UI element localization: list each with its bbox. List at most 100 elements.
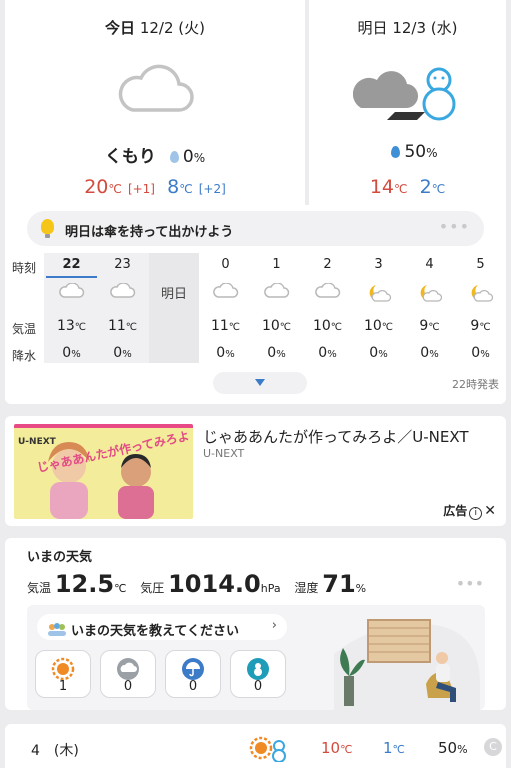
moon-cloud-icon <box>366 283 392 307</box>
time-row-label: 時刻 <box>12 261 37 275</box>
hour-column: 3 10℃ 0% <box>353 253 404 363</box>
hour-precip: 0% <box>267 345 286 361</box>
hour-label: 4 <box>425 257 434 272</box>
hour-label: 3 <box>374 257 383 272</box>
ad-card[interactable]: U-NEXT じゃああんたが作ってみろよ じゃああんたが作ってみろよ／U-NEX… <box>5 416 506 526</box>
tomorrow-temps: 14℃ 2℃ <box>309 176 506 198</box>
hour-label: 2 <box>323 257 332 272</box>
hour-label: 23 <box>114 257 131 272</box>
cloud-icon <box>58 282 85 303</box>
illustration <box>334 614 480 710</box>
tomorrow-condition-row: 50% <box>309 142 506 162</box>
day-low: 1℃ <box>383 739 405 757</box>
ad-label[interactable]: 広告 i ✕ <box>443 502 496 520</box>
hour-column: 2 10℃ 0% <box>302 253 353 363</box>
today-precip: 0% <box>182 147 206 167</box>
ad-brand: U-NEXT <box>18 437 57 447</box>
people-icon <box>47 621 67 640</box>
cloud-icon <box>212 282 239 303</box>
moon-cloud-icon <box>468 283 494 307</box>
lightbulb-icon <box>41 219 54 238</box>
day-high: 10℃ <box>321 739 353 757</box>
temp-row-label: 気温 <box>12 322 37 336</box>
tomorrow-low: 2℃ <box>419 176 446 198</box>
hour-temp: 10℃ <box>261 318 292 334</box>
today-temps: 20℃ [+1] 8℃ [+2] <box>5 176 305 198</box>
hour-column: 5 9℃ 0% <box>455 253 506 363</box>
current-humidity: 71 <box>322 570 356 598</box>
today-title: 今日 12/2 (火) <box>105 19 205 37</box>
forecast-card: 今日 12/2 (火) くもり 0% 20℃ [+1] 8℃ [+2] 明日 12… <box>5 0 506 404</box>
badge-icon: C <box>484 738 502 756</box>
day-date: 4 (木) <box>31 743 79 759</box>
daily-row-thu[interactable]: 4 (木) 10℃ 1℃ 50% C <box>5 724 506 768</box>
current-weather-title: いまの天気 <box>27 550 93 565</box>
tomorrow-high: 14℃ <box>369 176 408 198</box>
tomorrow-title: 明日 12/3 (水) <box>357 19 458 37</box>
report-panel: いまの天気を教えてください › 1 0 0 0 <box>27 605 485 710</box>
hour-column: 22 13℃ 0% <box>46 253 97 363</box>
raindrop-icon <box>391 146 401 158</box>
hour-temp: 11℃ <box>210 318 241 334</box>
hour-label: 5 <box>476 257 485 272</box>
raindrop-icon <box>169 151 179 163</box>
day-precip: 50% <box>438 739 468 757</box>
today-condition-row: くもり 0% <box>5 142 305 167</box>
hour-precip: 0% <box>113 345 132 361</box>
hour-temp: 9℃ <box>470 318 491 334</box>
hour-column: 1 10℃ 0% <box>251 253 302 363</box>
today-high: 20℃ [+1] <box>84 176 155 198</box>
vote-rain[interactable]: 0 <box>165 650 221 698</box>
umbrella-tip[interactable]: 明日は傘を持って出かけよう ••• <box>27 211 484 246</box>
hour-temp: 11℃ <box>107 318 138 334</box>
temp-label: 気温 <box>27 581 52 595</box>
current-pressure: 1014.0 <box>168 570 261 598</box>
cloud-snow-icon <box>352 62 463 126</box>
ad-sponsor: U-NEXT <box>203 447 245 460</box>
info-icon[interactable]: i <box>469 507 483 520</box>
cloud-icon <box>115 60 195 118</box>
ad-image[interactable]: U-NEXT じゃああんたが作ってみろよ <box>14 424 193 519</box>
report-prompt: いまの天気を教えてください <box>71 624 239 639</box>
today-low: 8℃ [+2] <box>167 176 226 198</box>
report-weather-button[interactable]: いまの天気を教えてください › <box>37 614 287 640</box>
pressure-label: 気圧 <box>140 581 165 595</box>
moon-cloud-icon <box>417 283 443 307</box>
hour-label: 0 <box>221 257 230 272</box>
chevron-down-icon <box>255 379 265 386</box>
tip-text: 明日は傘を持って出かけよう <box>65 225 234 240</box>
hour-temp: 13℃ <box>56 318 87 334</box>
sun-snow-icon <box>249 736 289 766</box>
hour-precip: 0% <box>471 345 490 361</box>
more-icon[interactable]: ••• <box>456 574 484 593</box>
hourly-forecast[interactable]: 明日 時刻 気温 降水 22 13℃ 0% 23 11℃ 0% 0 11℃ 0% 1 10℃ 0% 2 1… <box>5 253 506 365</box>
shade <box>149 253 199 363</box>
vote-snow[interactable]: 0 <box>230 650 286 698</box>
ad-title[interactable]: じゃああんたが作ってみろよ／U-NEXT <box>203 426 469 447</box>
expand-button[interactable] <box>213 372 307 394</box>
tomorrow-precip: 50% <box>404 142 438 162</box>
issued-time: 22時発表 <box>452 378 499 391</box>
chevron-right-icon: › <box>271 618 277 633</box>
cloud-icon <box>314 282 341 303</box>
vote-sunny[interactable]: 1 <box>35 650 91 698</box>
cloud-icon <box>109 282 136 303</box>
vote-cloudy[interactable]: 0 <box>100 650 156 698</box>
hour-precip: 0% <box>318 345 337 361</box>
more-icon[interactable]: ••• <box>439 217 470 236</box>
hour-label: 1 <box>272 257 281 272</box>
today-forecast[interactable]: 今日 12/2 (火) くもり 0% 20℃ [+1] 8℃ [+2] <box>5 0 305 205</box>
hour-column: 23 11℃ 0% <box>97 253 148 363</box>
hour-precip: 0% <box>369 345 388 361</box>
today-condition: くもり <box>104 147 156 167</box>
hour-precip: 0% <box>420 345 439 361</box>
precip-row-label: 降水 <box>12 349 37 363</box>
cloud-icon <box>263 282 290 303</box>
hour-temp: 10℃ <box>312 318 343 334</box>
hour-column: 0 11℃ 0% <box>200 253 251 363</box>
hour-precip: 0% <box>62 345 81 361</box>
tomorrow-forecast[interactable]: 明日 12/3 (水) 50% 14℃ 2℃ <box>309 0 506 205</box>
current-temp: 12.5 <box>54 570 115 598</box>
hour-temp: 9℃ <box>419 318 440 334</box>
close-icon[interactable]: ✕ <box>484 503 496 519</box>
